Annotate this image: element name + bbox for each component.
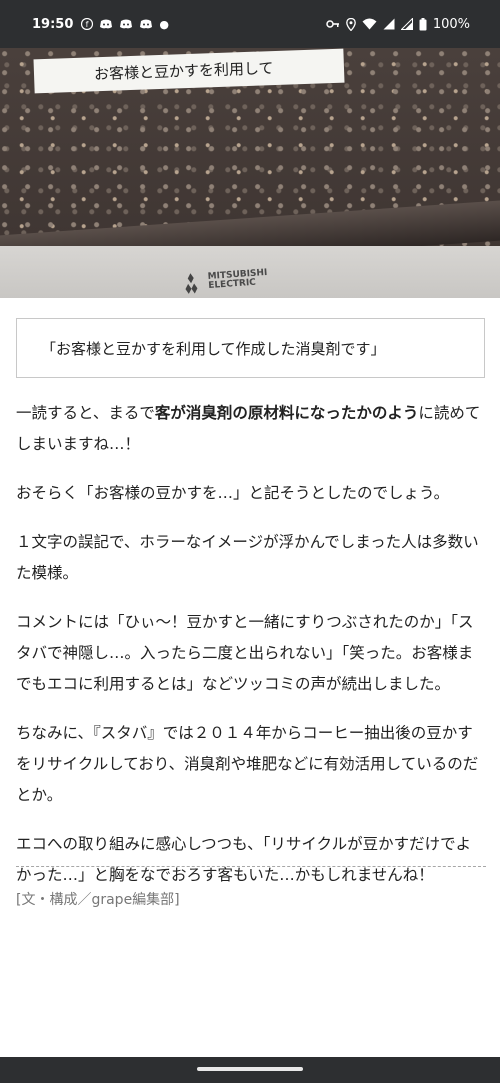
more-notifications-icon: ● <box>159 17 169 31</box>
paragraph-2: おそらく「お客様の豆かすを…」と記そうとしたのでしょう。 <box>16 484 450 502</box>
navigation-bar <box>0 1057 500 1083</box>
article-credit: [文・構成／grape編集部] <box>16 892 180 908</box>
signal-icon <box>400 18 413 30</box>
paragraph-1: 一読すると、まるで客が消臭剤の原材料になったかのように読めてしまいますね…！ <box>16 398 486 460</box>
vpn-key-icon <box>326 19 340 29</box>
mitsubishi-logo-icon <box>185 273 198 294</box>
hero-sign-label: お客様と豆かすを利用して <box>33 48 345 94</box>
status-bar: 19:50 f ● 100% <box>0 0 500 48</box>
paragraph-6: エコへの取り組みに感心しつつも、「リサイクルが豆かすだけでよかった…」と胸をなで… <box>16 835 472 884</box>
discord-icon <box>139 19 153 30</box>
article-body: 一読すると、まるで客が消臭剤の原材料になったかのように読めてしまいますね…！ お… <box>16 398 486 909</box>
p1-bold: 客が消臭剤の原材料になったかのよう <box>154 404 419 422</box>
quote-box: 「お客様と豆かすを利用して作成した消臭剤です」 <box>16 318 485 378</box>
brand-line2: ELECTRIC <box>207 277 257 292</box>
discord-icon <box>99 19 113 30</box>
svg-text:f: f <box>86 20 89 29</box>
p1-pre: 一読すると、まるで <box>16 404 155 422</box>
signal-icon <box>383 18 395 30</box>
battery-icon <box>419 17 427 31</box>
paragraph-4: コメントには「ひぃ〜！豆かすと一緒にすりつぶされたのか」「スタバで神隠し…。入っ… <box>16 613 474 693</box>
wifi-icon <box>362 18 377 30</box>
home-gesture-handle[interactable] <box>197 1067 303 1071</box>
battery-percent: 100% <box>432 16 470 32</box>
quote-text: 「お客様と豆かすを利用して作成した消臭剤です」 <box>41 339 386 358</box>
article-hero-image: お客様と豆かすを利用して MITSUBISHI ELECTRIC <box>0 48 500 298</box>
discord-icon <box>119 19 133 30</box>
divider <box>16 866 486 867</box>
status-time: 19:50 <box>32 16 74 32</box>
paragraph-3: １文字の誤記で、ホラーなイメージが浮かんでしまった人は多数いた模様。 <box>16 533 479 582</box>
paragraph-5: ちなみに、『スタバ』では２０１４年からコーヒー抽出後の豆かすをリサイクルしており… <box>16 724 479 804</box>
location-icon <box>345 17 356 31</box>
facebook-icon: f <box>81 18 94 30</box>
